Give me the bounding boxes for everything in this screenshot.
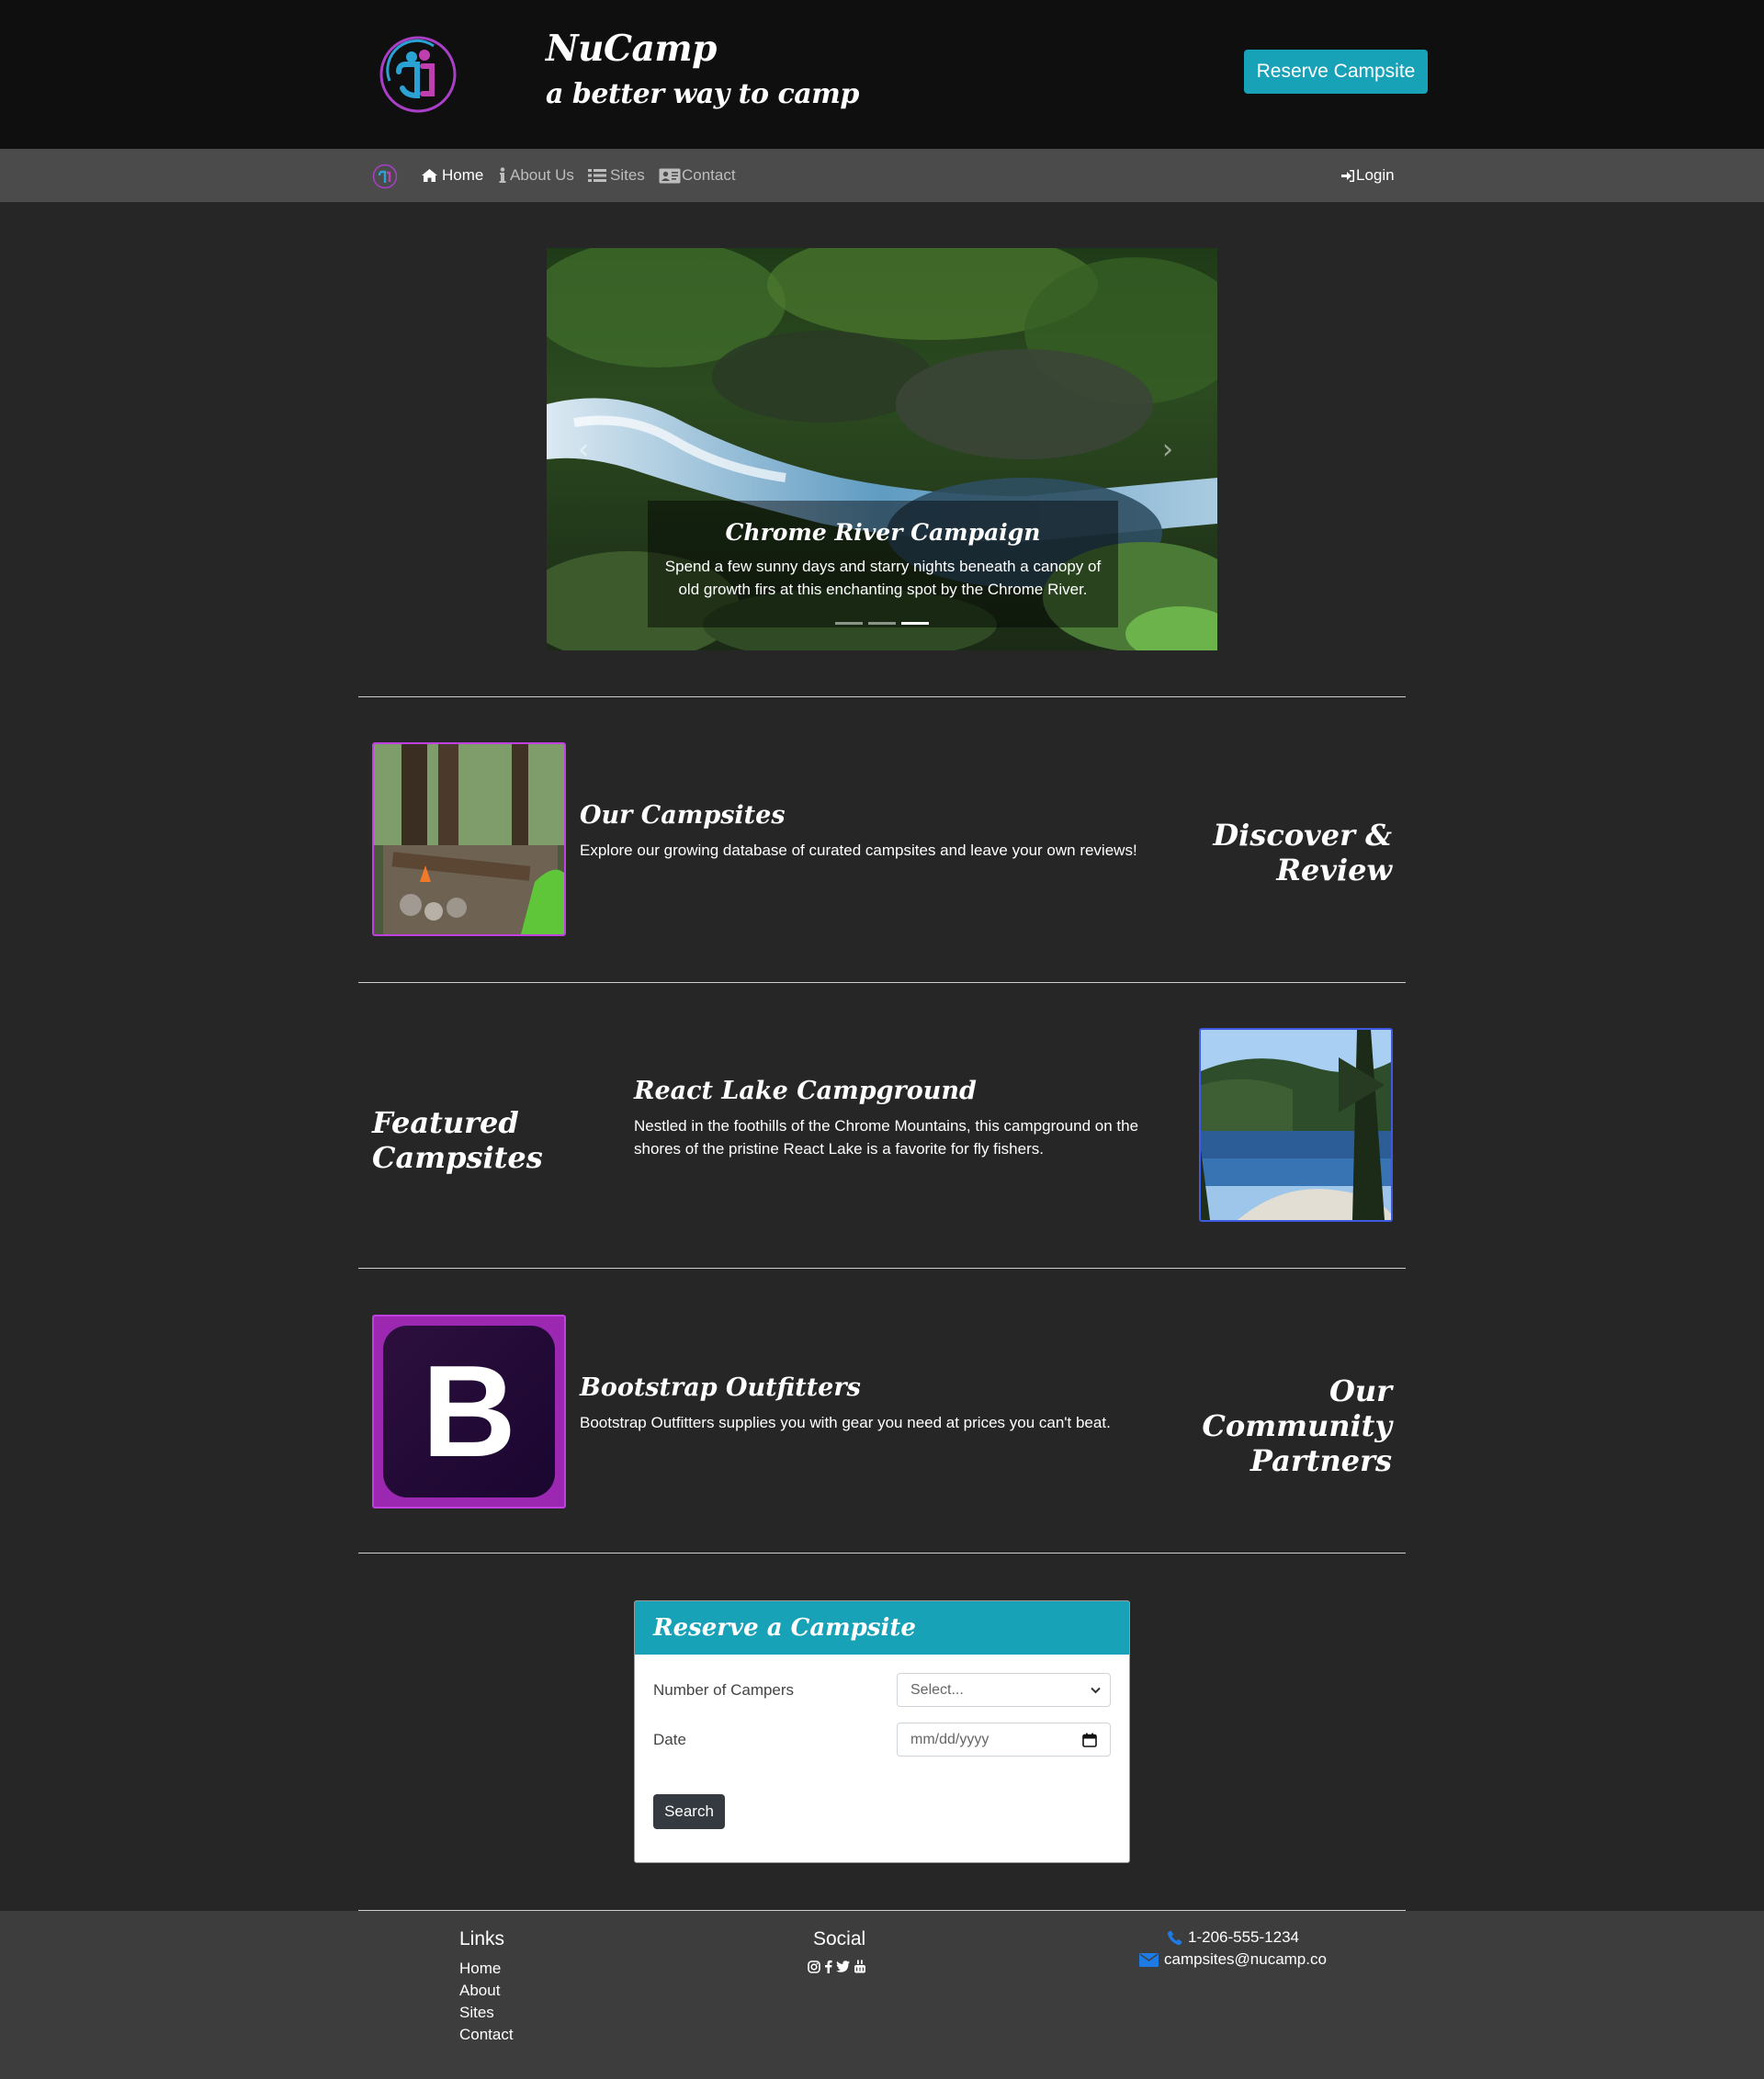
nav-about-label: About Us	[510, 166, 574, 184]
carousel-caption-title: Chrome River Campaign	[725, 519, 1041, 546]
divider	[358, 982, 1406, 983]
footer-link-sites[interactable]: Sites	[459, 2004, 494, 2022]
community-partners-heading-line1: Our Community	[1202, 1373, 1392, 1443]
community-partners-heading: Our Community Partners	[1130, 1373, 1392, 1478]
nav-about[interactable]: About Us	[499, 164, 574, 186]
footer-link-contact[interactable]: Contact	[459, 2026, 514, 2044]
login-link[interactable]: Login	[1341, 164, 1395, 186]
featured-campsite-title: React Lake Campground	[634, 1077, 977, 1105]
featured-campsites-heading: Featured Campsites	[372, 1105, 543, 1175]
partner-logo-letter: B	[422, 1338, 516, 1485]
home-icon	[422, 169, 437, 182]
address-card-icon	[659, 168, 681, 183]
date-input-placeholder: mm/dd/yyyy	[910, 1731, 989, 1747]
facebook-icon[interactable]	[824, 1960, 832, 1973]
nav-contact-label: Contact	[682, 166, 736, 184]
discover-review-heading: Discover & Review	[1213, 818, 1392, 887]
footer-links-heading: Links	[459, 1928, 505, 1949]
instagram-icon[interactable]	[808, 1960, 820, 1973]
footer-email[interactable]: campsites@nucamp.co	[1139, 1950, 1327, 1969]
community-partners-heading-line2: Partners	[1250, 1443, 1392, 1478]
divider	[358, 1268, 1406, 1269]
partner-text: Bootstrap Outfitters supplies you with g…	[580, 1414, 1111, 1431]
nav-sites[interactable]: Sites	[588, 164, 645, 186]
footer-phone[interactable]: 1-206-555-1234	[1167, 1928, 1299, 1947]
envelope-icon	[1139, 1952, 1159, 1967]
nucamp-logo	[379, 36, 457, 113]
sign-in-icon	[1341, 169, 1354, 182]
twitter-icon[interactable]	[836, 1960, 850, 1972]
carousel-caption-text: Spend a few sunny days and starry nights…	[664, 558, 1102, 598]
navbar: Home About Us Sites Contact Login	[0, 149, 1764, 202]
nav-home-label: Home	[442, 166, 484, 184]
youtube-icon[interactable]	[854, 1960, 866, 1973]
carousel-indicator[interactable]	[835, 622, 863, 625]
carousel-prev-icon[interactable]: ‹	[578, 436, 600, 464]
carousel-next-icon[interactable]: ›	[1162, 436, 1184, 464]
reserve-campsite-card: Reserve a Campsite Number of Campers Sel…	[634, 1600, 1130, 1863]
reserve-card-title: Reserve a Campsite	[653, 1614, 916, 1642]
carousel-indicator[interactable]	[901, 622, 929, 625]
calendar-icon[interactable]	[1082, 1733, 1097, 1747]
search-button[interactable]: Search	[653, 1794, 725, 1829]
navbar-logo[interactable]	[372, 164, 398, 189]
footer-email-text: campsites@nucamp.co	[1164, 1950, 1327, 1968]
campers-select-value: Select...	[910, 1681, 964, 1698]
footer	[0, 1911, 1764, 2079]
date-label: Date	[653, 1731, 686, 1748]
featured-campsite-image	[1199, 1028, 1393, 1222]
phone-icon	[1167, 1930, 1182, 1945]
login-label: Login	[1356, 166, 1395, 184]
list-icon	[588, 169, 606, 182]
carousel-indicator[interactable]	[868, 622, 896, 625]
carousel-indicators	[835, 622, 929, 625]
chevron-down-icon	[1091, 1687, 1101, 1694]
divider	[358, 696, 1406, 697]
reserve-campsite-button[interactable]: Reserve Campsite	[1244, 50, 1428, 94]
featured-campsite-text: Nestled in the foothills of the Chrome M…	[634, 1117, 1139, 1158]
reserve-card-header: Reserve a Campsite	[635, 1601, 1129, 1655]
campsites-text: Explore our growing database of curated …	[580, 842, 1137, 859]
nav-sites-label: Sites	[610, 166, 645, 184]
footer-phone-text: 1-206-555-1234	[1188, 1928, 1299, 1946]
campers-select[interactable]: Select...	[897, 1673, 1111, 1707]
campsite-image	[372, 742, 566, 936]
info-icon	[499, 167, 506, 183]
social-icons	[808, 1960, 866, 1973]
partner-logo-bootstrap: B	[372, 1315, 566, 1508]
date-input[interactable]: mm/dd/yyyy	[897, 1723, 1111, 1757]
brand-subtitle: a better way to camp	[546, 78, 859, 110]
nav-contact[interactable]: Contact	[659, 164, 736, 186]
jumbotron-header: NuCamp a better way to camp Reserve Camp…	[0, 0, 1764, 149]
footer-link-about[interactable]: About	[459, 1982, 500, 2000]
partner-title: Bootstrap Outfitters	[580, 1373, 861, 1402]
carousel-caption: Chrome River Campaign Spend a few sunny …	[648, 501, 1118, 627]
nav-home[interactable]: Home	[421, 164, 483, 186]
footer-social-heading: Social	[813, 1928, 866, 1949]
campsites-title: Our Campsites	[580, 801, 786, 830]
footer-link-home[interactable]: Home	[459, 1960, 501, 1978]
brand-title: NuCamp	[546, 28, 717, 70]
campers-label: Number of Campers	[653, 1681, 795, 1699]
divider	[358, 1553, 1406, 1554]
hero-carousel: ‹ › Chrome River Campaign Spend a few su…	[547, 248, 1217, 650]
